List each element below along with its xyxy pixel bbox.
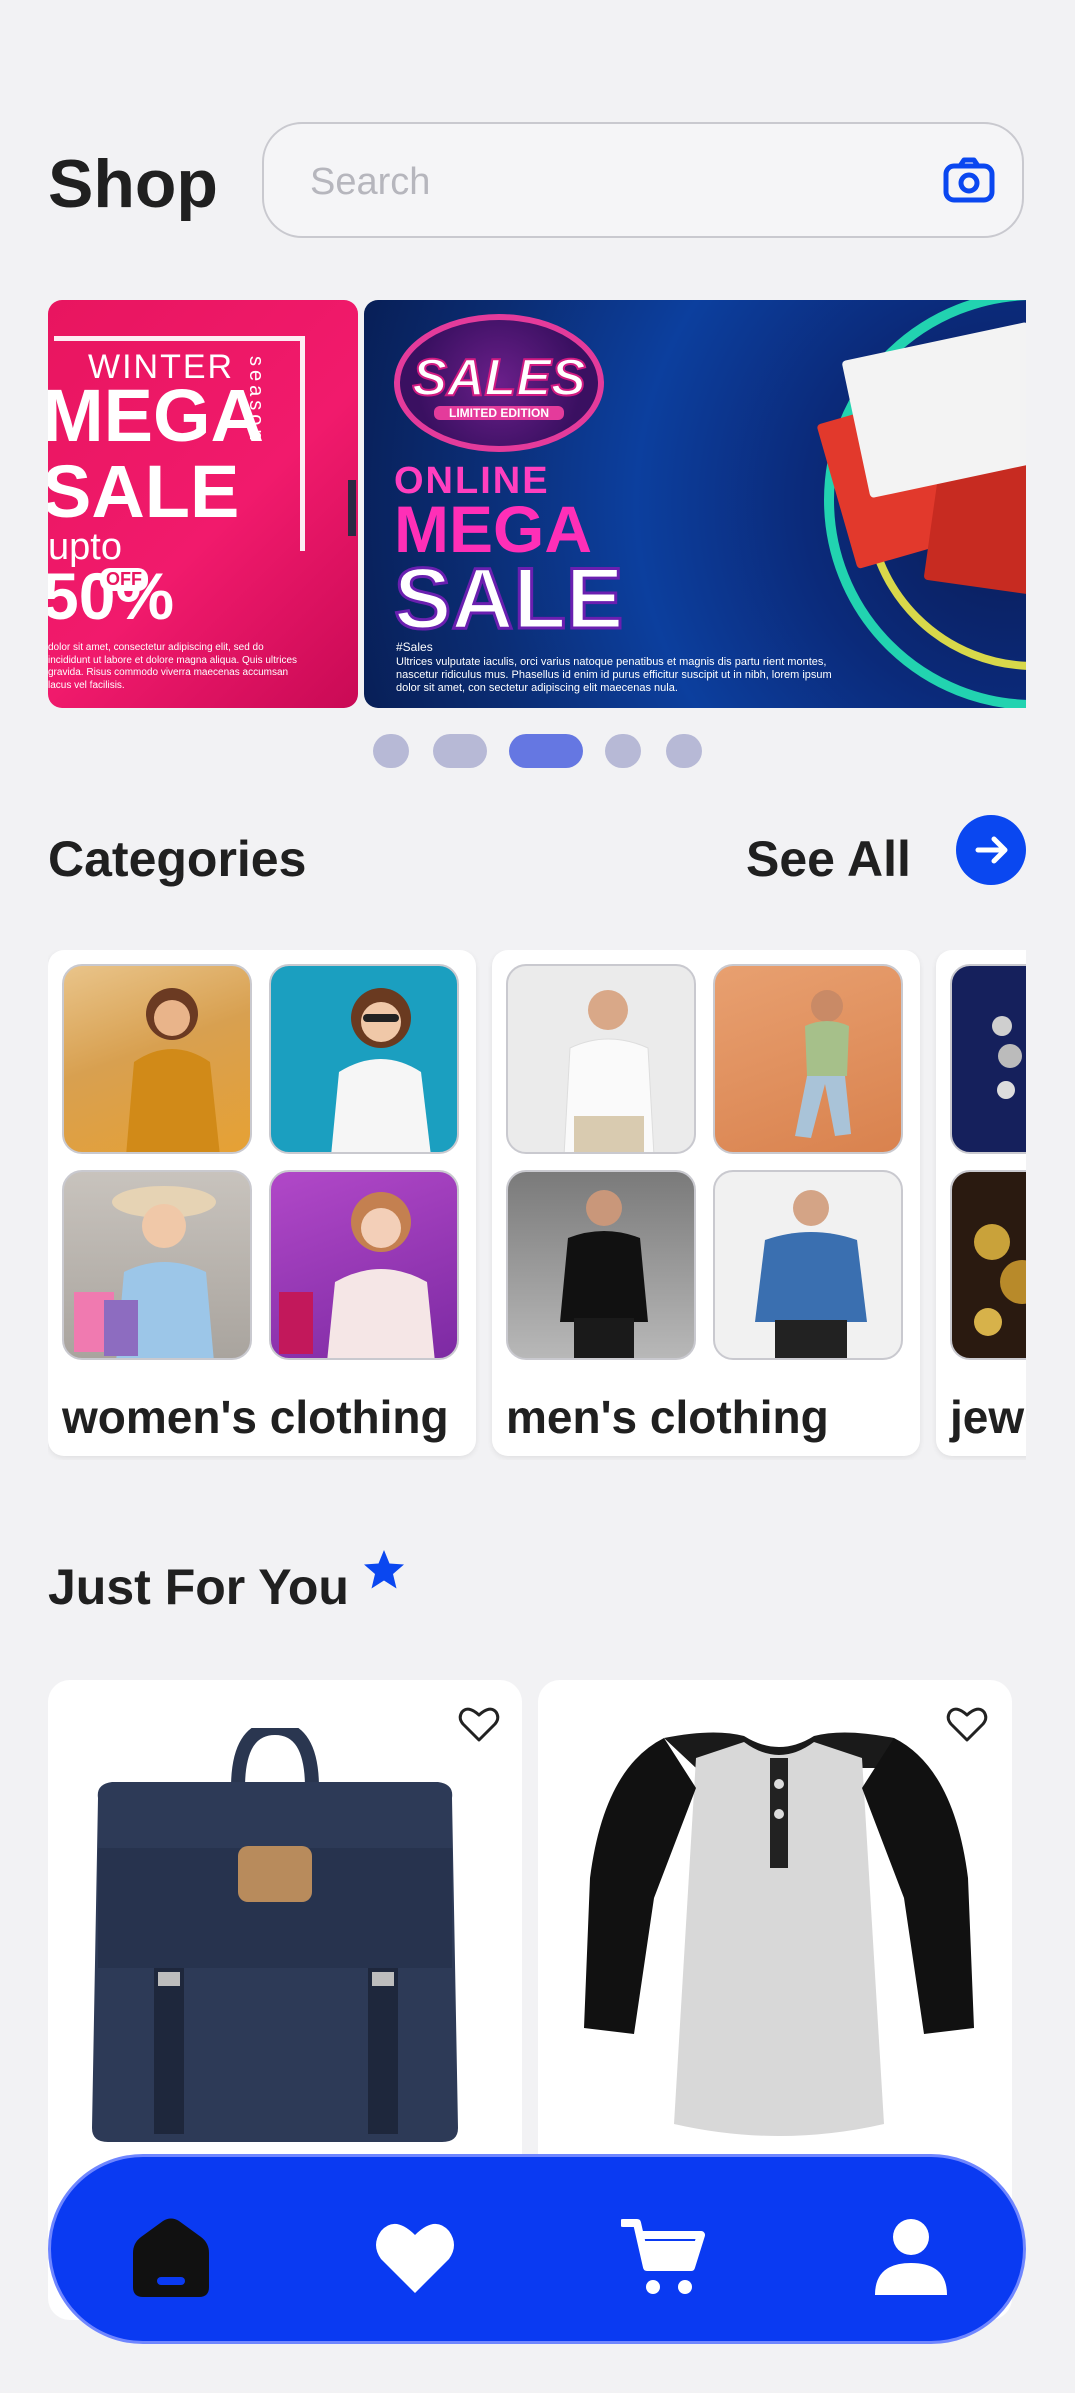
banner-divider: [348, 480, 356, 536]
bottom-nav: [48, 2154, 1026, 2344]
category-thumb-image: [269, 1170, 459, 1360]
category-thumb-image: [269, 964, 459, 1154]
category-thumb-image: [713, 1170, 903, 1360]
banner-hashtag: #Sales: [396, 640, 433, 654]
home-icon[interactable]: [129, 2217, 213, 2299]
camera-icon[interactable]: [942, 156, 996, 206]
henley-shirt-image: [584, 1732, 974, 2136]
category-card-mens[interactable]: men's clothing: [492, 950, 920, 1456]
category-thumb-image: [713, 964, 903, 1154]
cart-icon[interactable]: [621, 2217, 705, 2299]
banner-fine-print: dolor sit amet, consectetur adipiscing e…: [48, 642, 298, 691]
banner-carousel[interactable]: WINTER season MEGA SALE upto 50% OFF dol…: [48, 300, 1026, 708]
carousel-dot[interactable]: [605, 734, 641, 768]
category-thumb-image: [62, 964, 252, 1154]
page-title: Shop: [48, 146, 218, 222]
category-label: jewelery: [950, 1391, 1026, 1443]
category-thumb-image: [950, 964, 1026, 1154]
category-label: men's clothing: [506, 1391, 829, 1443]
categories-title: Categories: [48, 831, 307, 887]
categories-carousel[interactable]: women's clothing men's clothing jewelery: [48, 950, 1026, 1460]
sales-badge: SALES LIMITED EDITION: [394, 314, 604, 452]
arrow-right-icon: [975, 836, 1008, 864]
search-input[interactable]: [308, 152, 872, 212]
just-for-you-title: Just For You: [48, 1559, 349, 1615]
banner-fine-print: Ultrices vulputate iaculis, orci varius …: [396, 656, 832, 695]
see-all-link[interactable]: See All: [746, 834, 911, 884]
carousel-dot[interactable]: [373, 734, 409, 768]
carousel-dot[interactable]: [433, 734, 487, 768]
category-card-jewelery[interactable]: jewelery: [936, 950, 1026, 1456]
category-thumb-image: [506, 964, 696, 1154]
banner-online-sale[interactable]: SALES LIMITED EDITION ONLINE MEGA SALE #…: [364, 300, 1026, 708]
user-icon[interactable]: [869, 2217, 953, 2299]
banner-winter-sale[interactable]: WINTER season MEGA SALE upto 50% OFF dol…: [48, 300, 358, 708]
sales-badge-title: SALES: [411, 348, 586, 408]
banner-off-badge: OFF: [100, 568, 148, 591]
category-thumb-image: [950, 1170, 1026, 1360]
carousel-dot[interactable]: [666, 734, 702, 768]
banner-mega-label: MEGA: [48, 374, 264, 457]
backpack-image: [92, 1728, 458, 2142]
category-card-womens[interactable]: women's clothing: [48, 950, 476, 1456]
banner-sale-label: SALE: [48, 450, 240, 533]
category-thumb-image: [62, 1170, 252, 1360]
star-icon: [364, 1550, 404, 1589]
banner-sale-label: SALE: [392, 551, 624, 647]
search-bar[interactable]: [262, 122, 1024, 238]
heart-icon[interactable]: [373, 2217, 457, 2299]
sales-badge-subtitle: LIMITED EDITION: [434, 406, 564, 420]
heart-outline-icon[interactable]: [458, 1704, 500, 1744]
category-label: women's clothing: [62, 1391, 449, 1443]
category-thumb-image: [506, 1170, 696, 1360]
see-all-button[interactable]: [956, 815, 1026, 885]
carousel-dot-active[interactable]: [509, 734, 583, 768]
